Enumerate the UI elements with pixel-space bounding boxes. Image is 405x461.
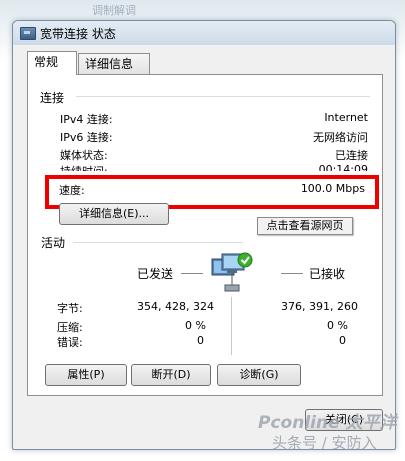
tab-general[interactable]: 常规 (27, 51, 77, 75)
speed-label: 速度: (59, 184, 85, 197)
speed-value: 100.0 Mbps (300, 182, 365, 195)
bytes-sent-value: 354, 428, 324 (137, 300, 214, 313)
details-button[interactable]: 详细信息(E)... (59, 203, 169, 225)
window-title: 宽带连接 状态 (40, 27, 116, 41)
diagnose-button[interactable]: 诊断(G) (217, 364, 301, 386)
watermark-caption: 头条号 / 安防入 (272, 434, 377, 452)
duration-value: 00:14:09 (318, 163, 368, 171)
compression-label: 压缩: (57, 321, 83, 334)
duration-label: 持续时间: (60, 163, 108, 171)
sent-arrow-line (181, 273, 203, 274)
ipv4-label: IPv4 连接: (60, 113, 113, 126)
network-adapter-icon (20, 27, 36, 40)
compression-received-value: 0 % (327, 319, 348, 332)
media-state-label: 媒体状态: (60, 149, 108, 162)
errors-label: 错误: (57, 336, 83, 349)
tab-details[interactable]: 详细信息 (78, 53, 150, 75)
status-dialog: 宽带连接 状态 常规 详细信息 连接 IPv4 连接: Internet IPv… (12, 20, 396, 450)
network-computers-icon (211, 252, 253, 292)
ipv6-value: 无网络访问 (313, 131, 368, 144)
bytes-received-value: 376, 391, 260 (281, 300, 358, 313)
section-divider (76, 96, 370, 97)
watermark-logo-text: Pconline 太平洋 (258, 413, 397, 433)
ipv6-label: IPv6 连接: (60, 131, 113, 144)
background-window-title: 调制解调 (92, 4, 136, 17)
compression-sent-value: 0 % (185, 319, 206, 332)
sent-label: 已发送 (137, 267, 174, 281)
connection-section-title: 连接 (40, 91, 65, 105)
activity-section-title: 活动 (41, 236, 66, 250)
ipv4-value: Internet (324, 111, 368, 124)
errors-sent-value: 0 (197, 334, 204, 347)
media-state-value: 已连接 (335, 149, 368, 162)
bytes-label: 字节: (57, 302, 83, 315)
section-divider (73, 242, 243, 243)
properties-button[interactable]: 属性(P) (45, 364, 127, 386)
view-source-tooltip[interactable]: 点击查看源网页 (257, 217, 353, 235)
received-arrow-line (281, 273, 303, 274)
received-label: 已接收 (309, 267, 346, 281)
title-bar[interactable]: 宽带连接 状态 (13, 21, 395, 45)
column-separator (231, 297, 232, 355)
errors-received-value: 0 (339, 334, 346, 347)
disconnect-button[interactable]: 断开(D) (131, 364, 211, 386)
